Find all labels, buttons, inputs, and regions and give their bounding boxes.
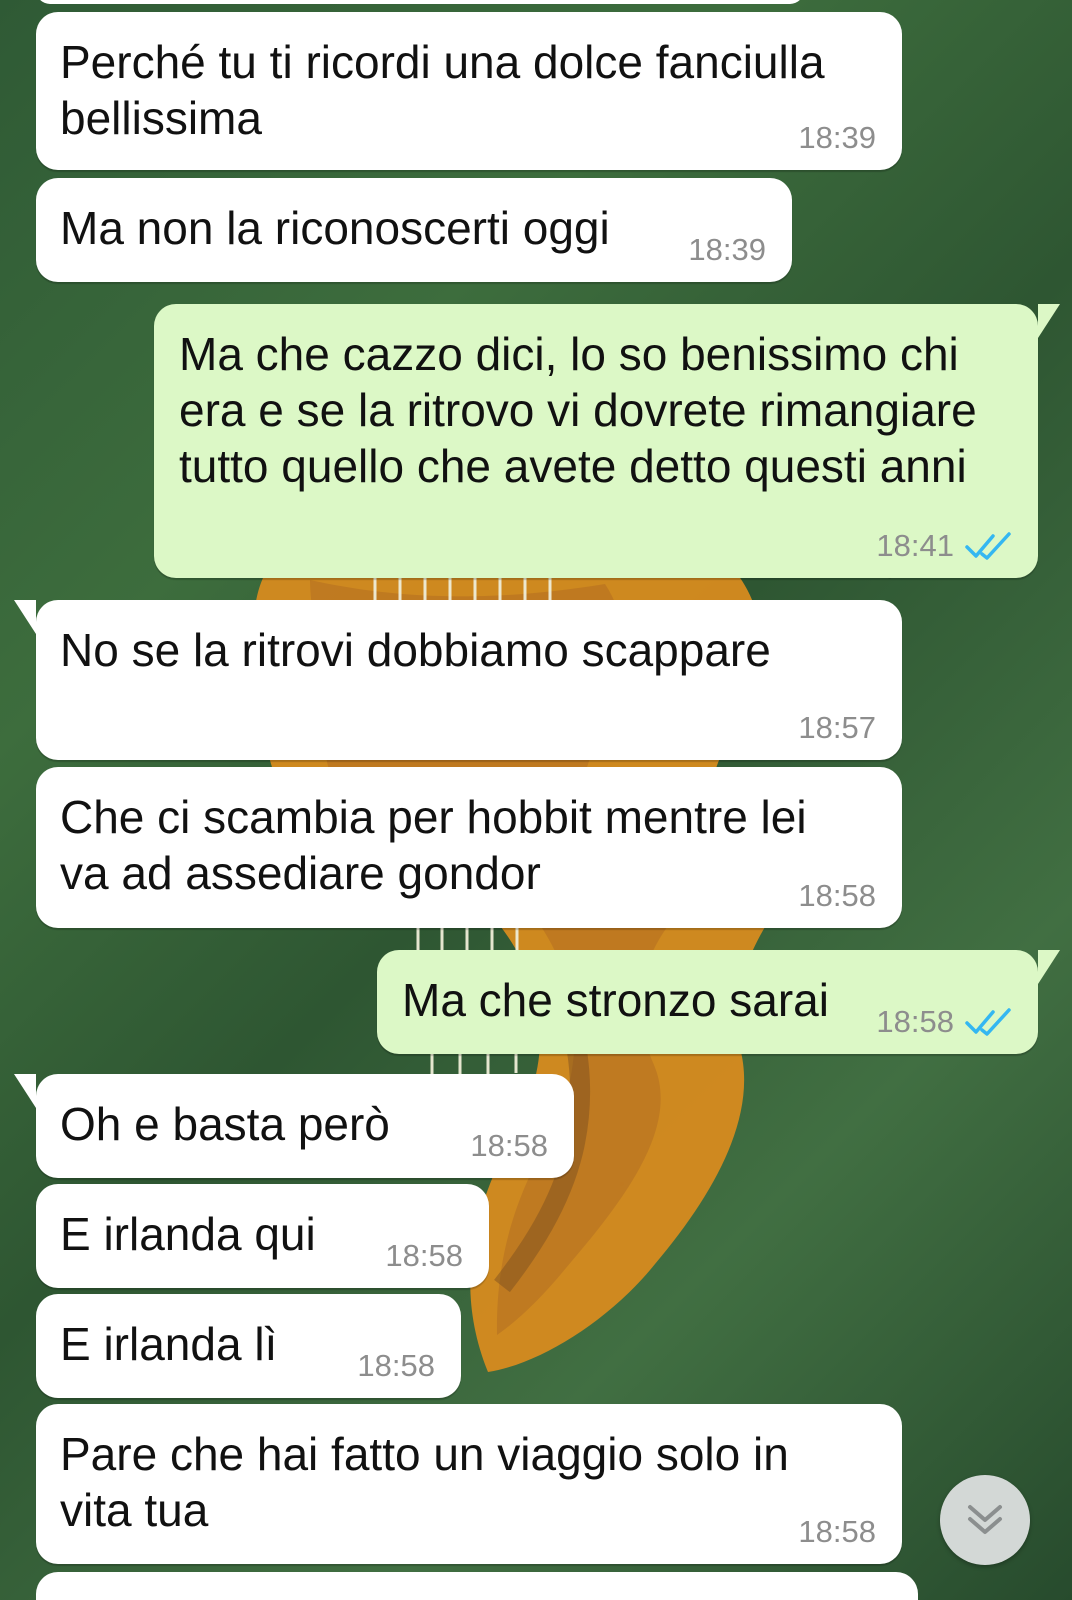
message-meta: 18:58 [876,1004,1012,1040]
message-meta: 18:39 [798,120,876,156]
message-meta: 18:58 [798,878,876,914]
message-meta: 18:39 [688,232,766,268]
message-text: Che ci scambia per hobbit mentre lei va … [60,791,807,899]
partially-visible-previous-message [36,0,804,4]
message-text: Ma che cazzo dici, lo so benissimo chi e… [179,328,977,492]
outgoing-message[interactable]: Ma che stronzo sarai 18:58 [377,950,1060,1054]
incoming-message[interactable]: Oh e basta però 18:58 [14,1074,574,1178]
message-text: No se la ritrovi dobbiamo scappare [60,624,771,676]
message-time: 18:58 [470,1128,548,1163]
message-text: Ma che stronzo sarai [402,974,829,1026]
message-time: 18:58 [385,1238,463,1273]
message-text: Perché tu ti ricordi una dolce fanciulla… [60,36,825,144]
message-time: 18:58 [876,1004,954,1039]
message-time: 18:58 [798,1514,876,1549]
message-meta: 18:58 [798,1514,876,1550]
scroll-to-bottom-button[interactable] [940,1475,1030,1565]
incoming-message[interactable]: Che ci scambia per hobbit mentre lei va … [36,767,902,928]
message-time: 18:58 [357,1348,435,1383]
message-meta: 18:57 [798,710,876,746]
message-time: 18:57 [798,710,876,745]
message-text: E irlanda lì [60,1318,278,1370]
incoming-message[interactable]: E irlanda qui 18:58 [36,1184,489,1288]
incoming-message[interactable]: Perché tu ti ricordi una dolce fanciulla… [36,12,902,170]
message-meta: 18:58 [357,1348,435,1384]
message-text: E irlanda qui [60,1208,316,1260]
message-text: Pare che hai fatto un viaggio solo in vi… [60,1428,789,1536]
message-text: Ma non la riconoscerti oggi [60,202,610,254]
incoming-message[interactable]: Pare che hai fatto un viaggio solo in vi… [36,1404,902,1564]
message-meta: 18:41 [876,528,1012,564]
partially-visible-next-message [36,1572,918,1600]
outgoing-message[interactable]: Ma che cazzo dici, lo so benissimo chi e… [154,304,1060,578]
double-chevron-down-icon [968,1505,1002,1534]
message-time: 18:39 [688,232,766,267]
message-meta: 18:58 [470,1128,548,1164]
double-check-read-icon [965,1008,1011,1036]
message-time: 18:39 [798,120,876,155]
double-check-read-icon [965,532,1011,560]
incoming-message[interactable]: No se la ritrovi dobbiamo scappare 18:57 [14,600,902,760]
chat-message-list[interactable]: Perché tu ti ricordi una dolce fanciulla… [0,0,1072,1600]
message-time: 18:58 [798,878,876,913]
message-meta: 18:58 [385,1238,463,1274]
message-text: Oh e basta però [60,1098,390,1150]
incoming-message[interactable]: E irlanda lì 18:58 [36,1294,461,1398]
incoming-message[interactable]: Ma non la riconoscerti oggi 18:39 [36,178,792,282]
message-time: 18:41 [876,528,954,563]
